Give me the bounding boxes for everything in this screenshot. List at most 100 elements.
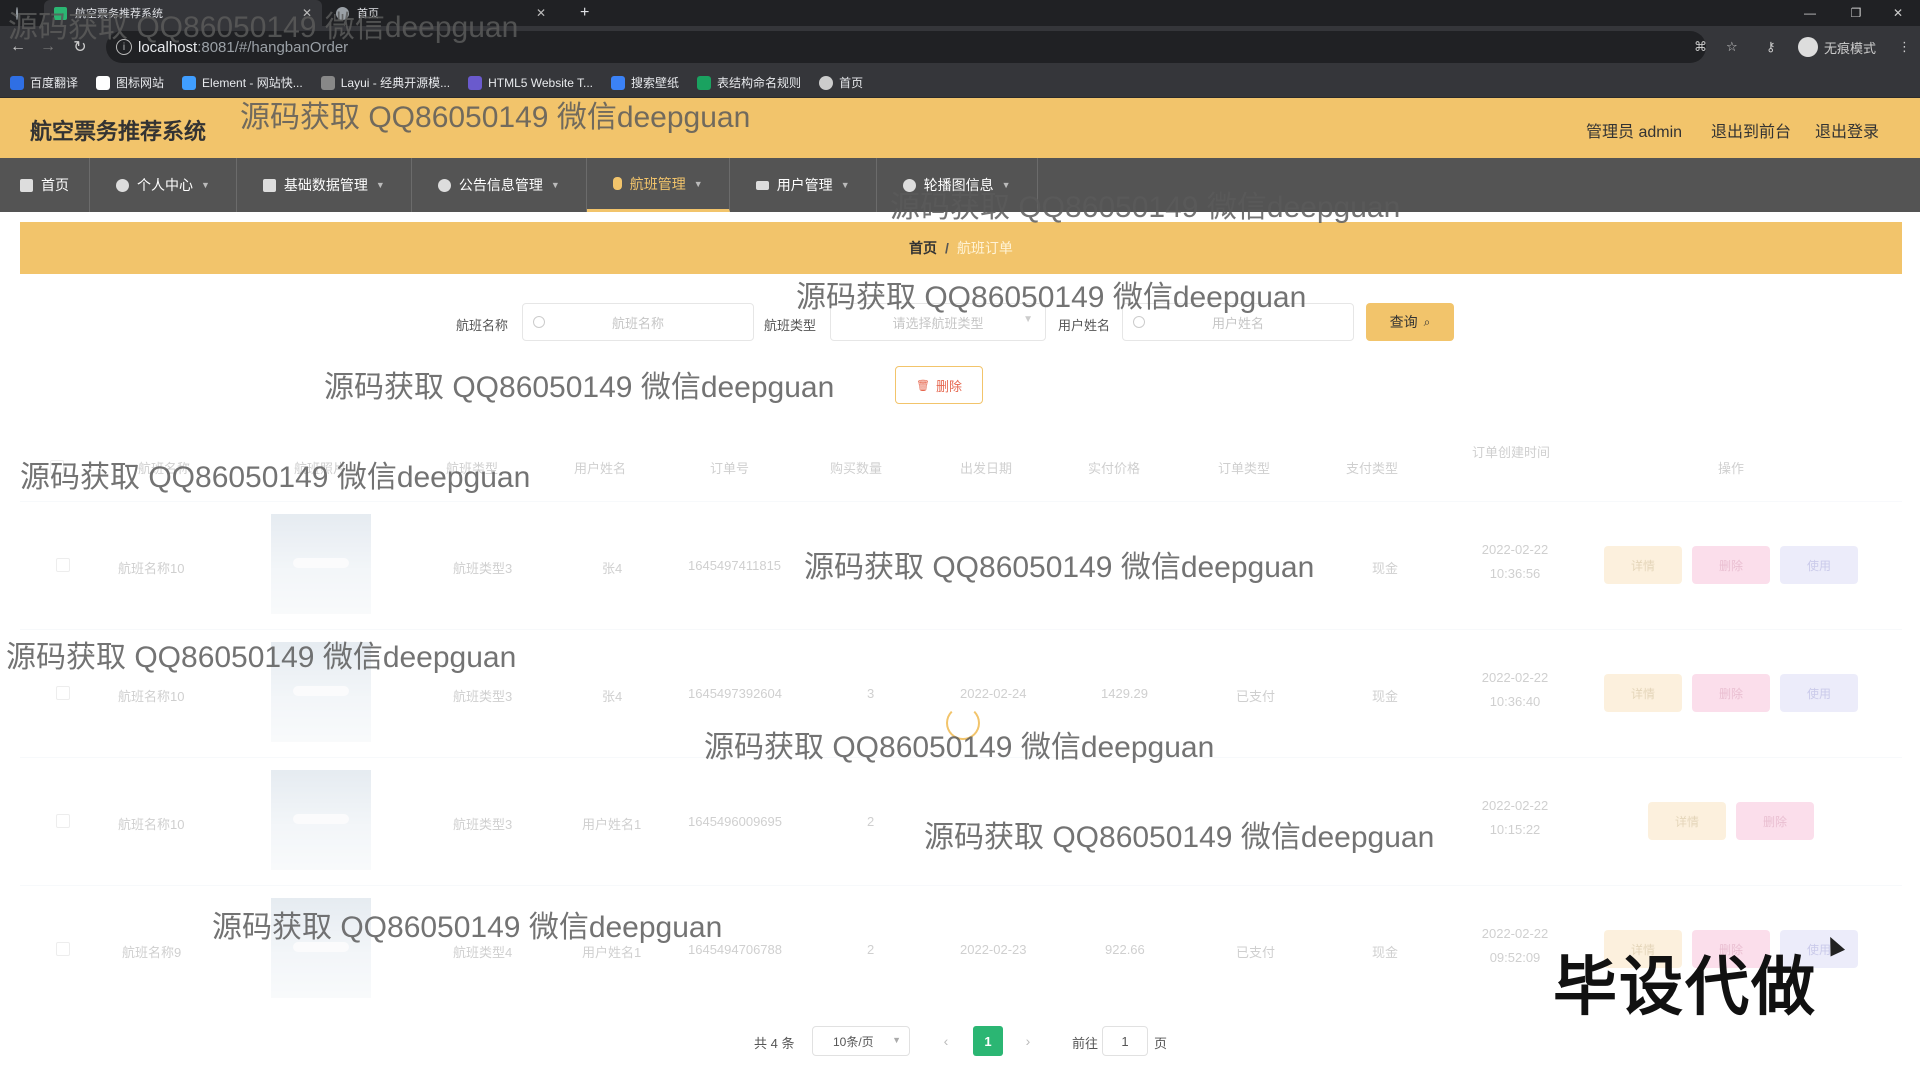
search-icon <box>1133 316 1145 328</box>
bookmark-label: 首页 <box>839 76 864 90</box>
sheet-icon <box>697 75 712 90</box>
col-depart-date[interactable]: 出发日期 <box>960 458 1012 477</box>
menu-item-personal[interactable]: 个人中心 ▼ <box>90 158 237 212</box>
menu-item-flights[interactable]: 航班管理 ▼ <box>586 158 730 212</box>
html5-icon <box>468 75 483 90</box>
delete-button[interactable]: 删除 <box>1692 674 1770 712</box>
admin-label: 管理员 admin <box>1586 124 1683 141</box>
globe-icon <box>819 75 834 90</box>
logout-link[interactable]: 退出登录 <box>1815 118 1879 142</box>
menu-item-basic-data[interactable]: 基础数据管理 ▼ <box>237 158 412 212</box>
menu-item-home[interactable]: 首页 <box>0 158 90 212</box>
col-user-name[interactable]: 用户姓名 <box>574 458 626 477</box>
prev-page-button[interactable]: ‹ <box>931 1026 961 1056</box>
bookmark-star-icon[interactable]: ☆ <box>1726 35 1738 59</box>
bookmark-label: Layui - 经典开源模... <box>340 76 451 90</box>
chevron-down-icon: ▼ <box>693 178 703 189</box>
new-tab-button[interactable]: + <box>570 0 600 26</box>
bookmark-label: 搜索壁纸 <box>631 76 680 90</box>
bookmark-label: 表结构命名规则 <box>717 76 802 90</box>
goto-page-input[interactable]: 1 <box>1102 1026 1148 1056</box>
next-page-button[interactable]: › <box>1013 1026 1043 1056</box>
menu-item-users[interactable]: 用户管理 ▼ <box>730 158 877 212</box>
close-window-icon[interactable]: ✕ <box>1876 0 1920 26</box>
watermark: 源码获取 QQ86050149 微信deepguan <box>6 641 517 674</box>
cell-created-time: 2022-02-22 10:36:56 <box>1481 542 1549 581</box>
watermark: 源码获取 QQ86050149 微信deepguan <box>240 101 751 134</box>
cell-flight-name: 航班名称10 <box>118 561 185 576</box>
minimize-icon[interactable]: — <box>1788 0 1832 26</box>
query-button-label: 查询 <box>1389 314 1418 330</box>
detail-button[interactable]: 详情 <box>1604 546 1682 584</box>
delete-button[interactable]: 删除 <box>1692 546 1770 584</box>
page-size-select[interactable]: 10条/页 ▼ <box>812 1026 910 1056</box>
airplane-photo <box>271 514 371 614</box>
back-to-front-link[interactable]: 退出到前台 <box>1711 118 1791 142</box>
menu-label: 航班管理 <box>629 175 686 192</box>
cell-pay-type: 现金 <box>1372 689 1399 704</box>
row-checkbox[interactable] <box>56 814 70 828</box>
bookmark-item[interactable]: 百度翻译 <box>10 74 78 91</box>
cell-created-time: 2022-02-22 10:36:40 <box>1481 670 1549 709</box>
watermark: 源码获取 QQ86050149 微信deepguan <box>704 731 1215 764</box>
baidu-translate-icon <box>10 75 24 90</box>
delete-button[interactable]: 删除 <box>1736 802 1814 840</box>
breadcrumb-separator: / <box>945 240 949 256</box>
menu-label: 首页 <box>41 177 69 193</box>
watermark: 源码获取 QQ86050149 微信deepguan <box>796 281 1307 314</box>
row-checkbox[interactable] <box>56 942 70 956</box>
bookmark-item[interactable]: 首页 <box>819 74 863 91</box>
flight-name-input[interactable]: 航班名称 <box>522 303 754 341</box>
bookmark-item[interactable]: Layui - 经典开源模... <box>320 74 451 91</box>
query-button[interactable]: 查询 ⌕ <box>1366 303 1454 341</box>
row-checkbox[interactable] <box>56 558 70 572</box>
col-order-no[interactable]: 订单号 <box>710 458 749 477</box>
col-paid-price[interactable]: 实付价格 <box>1088 458 1140 477</box>
bookmark-item[interactable]: Element - 网站快... <box>182 74 303 91</box>
cell-user-name: 张4 <box>602 689 623 704</box>
menu-item-notices[interactable]: 公告信息管理 ▼ <box>412 158 587 212</box>
bookmark-item[interactable]: 搜索壁纸 <box>611 74 679 91</box>
breadcrumb-home[interactable]: 首页 <box>909 238 937 258</box>
bookmark-item[interactable]: 表结构命名规则 <box>697 74 801 91</box>
key-icon[interactable]: ⚷ <box>1766 35 1776 59</box>
user-name-label: 用户姓名 <box>1058 318 1111 333</box>
cell-quantity: 3 <box>867 686 875 701</box>
row-checkbox[interactable] <box>56 686 70 700</box>
bookmark-item[interactable]: 图标网站 <box>96 74 164 91</box>
cell-flight-name: 航班名称10 <box>118 817 185 832</box>
restore-icon[interactable]: ❐ <box>1834 0 1878 26</box>
browser-menu-icon[interactable]: ⋮ <box>1898 35 1911 59</box>
watermark: 源码获取 QQ86050149 微信deepguan <box>8 11 519 44</box>
col-quantity[interactable]: 购买数量 <box>830 458 882 477</box>
search-icon <box>533 316 545 328</box>
pagination: 共 4 条 10条/页 ▼ ‹ 1 › 前往 1 页 <box>0 1024 1920 1058</box>
goto-label: 前往 <box>1072 1036 1099 1051</box>
incognito-indicator[interactable]: 无痕模式 <box>1798 35 1876 59</box>
bookmark-label: 百度翻译 <box>30 76 79 90</box>
col-order-type[interactable]: 订单类型 <box>1218 458 1270 477</box>
cell-depart-date: 2022-02-23 <box>960 942 1027 957</box>
use-button[interactable]: 使用 <box>1780 674 1858 712</box>
cell-paid-price: 922.66 <box>1105 942 1145 957</box>
cell-pay-type: 现金 <box>1372 945 1399 960</box>
bookmark-label: HTML5 Website T... <box>488 75 594 90</box>
incognito-label: 无痕模式 <box>1824 40 1877 56</box>
cell-created-time: 2022-02-22 10:15:22 <box>1481 798 1549 837</box>
translate-icon[interactable]: ⌘ <box>1694 35 1707 59</box>
col-pay-type[interactable]: 支付类型 <box>1346 458 1398 477</box>
detail-button[interactable]: 详情 <box>1648 802 1726 840</box>
page-number-current[interactable]: 1 <box>973 1026 1003 1056</box>
cell-quantity: 2 <box>867 942 875 957</box>
flight-type-label: 航班类型 <box>764 318 817 333</box>
bookmark-label: 图标网站 <box>116 76 165 90</box>
use-button[interactable]: 使用 <box>1780 546 1858 584</box>
batch-delete-button[interactable]: 🗑 删除 <box>895 366 983 404</box>
detail-button[interactable]: 详情 <box>1604 674 1682 712</box>
cell-flight-name: 航班名称10 <box>118 689 185 704</box>
bookmark-item[interactable]: HTML5 Website T... <box>468 75 594 90</box>
pagination-total: 共 4 条 <box>754 1036 795 1051</box>
col-created-time[interactable]: 订单创建时间 <box>1472 442 1550 461</box>
tab-close-icon[interactable]: ✕ <box>536 6 546 20</box>
cell-flight-type: 航班类型3 <box>453 689 513 704</box>
